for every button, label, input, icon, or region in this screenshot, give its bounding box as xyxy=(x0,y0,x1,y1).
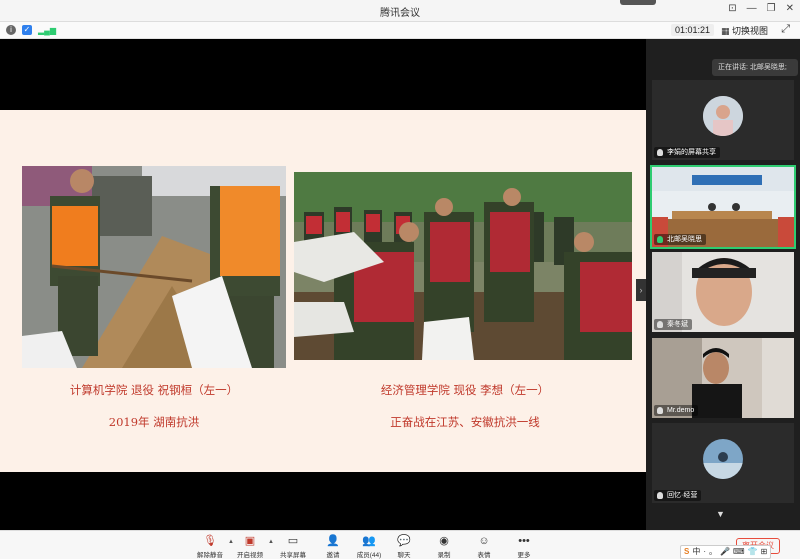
minimize-icon[interactable]: — xyxy=(747,3,757,14)
right-photo-image xyxy=(294,172,632,360)
ime-punct[interactable]: · xyxy=(703,546,706,558)
mic-icon xyxy=(657,149,663,156)
scroll-down-icon[interactable]: ▼ xyxy=(716,509,725,519)
emoji-button[interactable]: ☺ 表情 xyxy=(464,533,504,559)
camera-icon: ▣ xyxy=(244,535,256,547)
left-photo-image xyxy=(22,166,286,368)
participant-name: 秦冬斌 xyxy=(654,319,692,330)
participant-tile[interactable]: Mr.demo xyxy=(652,338,794,418)
ime-toolbar[interactable]: S 中 · 。 🎤 ⌨ 👕 ⊞ xyxy=(680,545,772,559)
window-title: 腾讯会议 xyxy=(380,8,420,19)
invite-button[interactable]: 👤 邀请 xyxy=(313,533,353,559)
left-photo xyxy=(22,166,286,368)
ime-fullwidth[interactable]: 。 xyxy=(709,546,717,558)
ime-keyboard-icon[interactable]: ⌨ xyxy=(733,546,745,558)
participant-tile[interactable]: 秦冬斌 xyxy=(652,252,794,332)
close-icon[interactable]: ✕ xyxy=(786,3,794,14)
participant-tile[interactable]: 李娟的屏幕共享 xyxy=(652,80,794,160)
meeting-timer: 01:01:21 xyxy=(670,24,714,36)
maximize-icon[interactable]: ❐ xyxy=(767,3,776,14)
info-icon[interactable]: i xyxy=(6,25,16,35)
members-icon: 👥 xyxy=(362,535,376,547)
switch-view-button[interactable]: ▦ 切换视图 xyxy=(721,24,768,37)
mic-icon: 🎙 xyxy=(203,535,217,547)
avatar xyxy=(703,96,743,136)
ime-voice-icon[interactable]: 🎤 xyxy=(720,546,730,558)
ime-toolbox-icon[interactable]: ⊞ xyxy=(761,546,768,558)
unmute-button[interactable]: 🎙 解除静音 xyxy=(190,533,230,559)
mic-icon xyxy=(657,236,663,243)
participant-name: 李娟的屏幕共享 xyxy=(654,147,720,158)
sogou-icon[interactable]: S xyxy=(684,546,689,558)
more-button[interactable]: ••• 更多 xyxy=(504,533,544,559)
start-video-button[interactable]: ▣ 开启视频 xyxy=(230,533,270,559)
chat-icon: 💬 xyxy=(397,535,411,547)
pin-icon[interactable]: ⊡ xyxy=(728,3,736,14)
record-icon: ◉ xyxy=(439,535,449,547)
screen-share-icon: ▭ xyxy=(287,535,299,547)
chat-button[interactable]: 💬 聊天 xyxy=(384,533,424,559)
meeting-info-bar: i ✓ ▂▄▆ 01:01:21 ▦ 切换视图 ⤢ xyxy=(0,22,800,39)
emoji-icon: ☺ xyxy=(478,535,490,547)
invite-icon: 👤 xyxy=(326,535,340,547)
collapse-sidebar-button[interactable]: › xyxy=(636,279,646,301)
shield-icon[interactable]: ✓ xyxy=(22,25,32,35)
shared-screen-stage: 计算机学院 退役 祝钢桓（左一） 2019年 湖南抗洪 经济管理学院 现役 李想… xyxy=(0,39,646,530)
window-controls: ⊡ — ❐ ✕ xyxy=(728,3,794,14)
avatar xyxy=(703,439,743,479)
switch-view-label: 切换视图 xyxy=(731,26,768,36)
speaking-indicator: 正在讲话: 北邮吴晓思; xyxy=(712,59,798,76)
title-bar: 腾讯会议 ⊡ — ❐ ✕ xyxy=(0,0,800,22)
ime-skin-icon[interactable]: 👕 xyxy=(748,546,758,558)
share-screen-button[interactable]: ▭ 共享屏幕 xyxy=(273,533,313,559)
participant-name: 回忆·经营 xyxy=(654,490,702,501)
participant-tile[interactable]: 北邮吴晓思 xyxy=(650,165,796,249)
fullscreen-icon[interactable]: ⤢ xyxy=(781,23,790,36)
mic-icon xyxy=(657,321,663,328)
meeting-toolbar: 🎙 解除静音 ▲ ▣ 开启视频 ▲ ▭ 共享屏幕 👤 邀请 👥 成员(44) 💬 聊天 ◉ 录… xyxy=(0,530,800,559)
presentation-slide: 计算机学院 退役 祝钢桓（左一） 2019年 湖南抗洪 经济管理学院 现役 李想… xyxy=(0,110,646,472)
participant-name: Mr.demo xyxy=(654,405,699,416)
ime-chinese-mode[interactable]: 中 xyxy=(692,546,700,558)
right-caption-line2: 正奋战在江苏、安徽抗洪一线 xyxy=(390,415,540,429)
record-button[interactable]: ◉ 录制 xyxy=(424,533,464,559)
mic-icon xyxy=(657,492,663,499)
participant-name: 北邮吴晓思 xyxy=(654,234,706,245)
signal-icon[interactable]: ▂▄▆ xyxy=(38,26,56,35)
participant-sidebar: 正在讲话: 北邮吴晓思; 李娟的屏幕共享 北邮吴晓思 秦冬斌 Mr.demo 回… xyxy=(646,39,800,530)
members-button[interactable]: 👥 成员(44) xyxy=(349,533,389,559)
right-photo xyxy=(294,172,632,360)
right-caption-line1: 经济管理学院 现役 李想（左一） xyxy=(380,383,550,397)
more-icon: ••• xyxy=(518,535,530,547)
mic-icon xyxy=(657,407,663,414)
left-caption-line1: 计算机学院 退役 祝钢桓（左一） xyxy=(69,383,239,397)
left-caption-line2: 2019年 湖南抗洪 xyxy=(108,415,200,429)
participant-tile[interactable]: 回忆·经营 xyxy=(652,423,794,503)
